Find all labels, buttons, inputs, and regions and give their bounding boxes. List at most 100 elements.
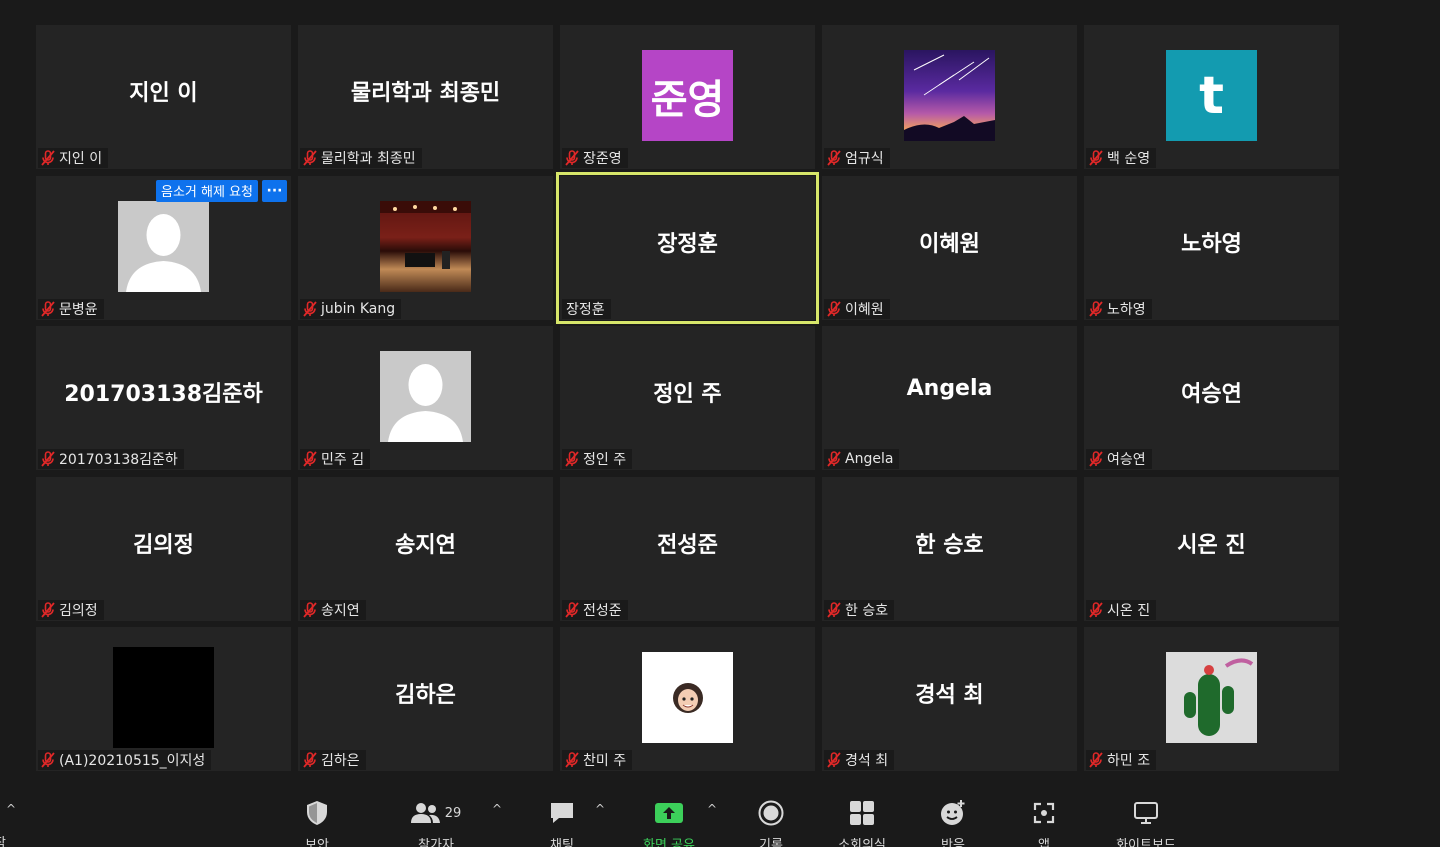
participant-name-display: 경석 최 bbox=[915, 683, 984, 708]
participant-tile[interactable]: 민주 김 bbox=[298, 326, 553, 470]
muted-mic-icon bbox=[827, 150, 841, 166]
active-speaker-tile[interactable]: 장정훈 장정훈 bbox=[556, 171, 819, 324]
participant-name: (A1)20210515_이지성 bbox=[59, 753, 206, 769]
participant-tile[interactable]: 한 승호 한 승호 bbox=[822, 476, 1077, 621]
participant-tile[interactable]: 엄규식 bbox=[822, 25, 1077, 169]
participant-tile[interactable]: 정인 주 정인 주 bbox=[560, 326, 815, 470]
participant-tile[interactable]: 김의정 김의정 bbox=[36, 476, 291, 621]
participants-label: 참가자 bbox=[418, 838, 454, 847]
participant-tile[interactable]: 준영 장준영 bbox=[560, 25, 815, 169]
muted-mic-icon bbox=[565, 752, 579, 768]
participant-tile[interactable]: 음소거 해제 요청 ··· 문병윤 bbox=[36, 175, 291, 320]
participant-tile[interactable]: jubin Kang bbox=[298, 175, 553, 320]
muted-mic-icon bbox=[303, 601, 317, 618]
participant-tile[interactable]: 여승연 여승연 bbox=[1084, 326, 1339, 470]
participant-name: 장정훈 bbox=[566, 301, 605, 318]
stage-piano-icon bbox=[380, 200, 471, 269]
record-label: 기록 bbox=[759, 838, 783, 847]
avatar-image bbox=[1166, 652, 1257, 743]
share-screen-label: 화면 공유 bbox=[643, 838, 695, 847]
participant-tile[interactable]: t 백 순영 bbox=[1084, 25, 1339, 169]
participant-label: 장정훈 bbox=[562, 298, 611, 319]
security-button[interactable]: 보안 bbox=[272, 798, 362, 847]
participant-tile[interactable]: 201703138김준하 201703138김준하 bbox=[36, 326, 291, 470]
smiley-plus-icon bbox=[941, 800, 965, 825]
participant-name: 경석 최 bbox=[845, 753, 889, 769]
participant-count: 29 bbox=[444, 805, 462, 821]
participants-menu-caret[interactable]: ^ bbox=[492, 802, 502, 816]
chat-menu-caret[interactable]: ^ bbox=[595, 802, 605, 816]
participant-name-display: 장정훈 bbox=[657, 231, 718, 257]
muted-mic-icon bbox=[827, 300, 841, 317]
participant-tile[interactable]: Angela Angela bbox=[822, 326, 1077, 470]
request-unmute-button[interactable]: 음소거 해제 요청 bbox=[156, 179, 258, 202]
participant-tile[interactable]: 찬미 주 bbox=[560, 627, 815, 771]
participant-tile[interactable]: 이혜원 이혜원 bbox=[822, 175, 1077, 320]
whiteboard-button[interactable]: 화이트보드 bbox=[1101, 798, 1191, 847]
reactions-label: 반응 bbox=[941, 838, 965, 847]
participant-tile[interactable]: 송지연 송지연 bbox=[298, 476, 553, 621]
participants-button[interactable]: 29 참가자 bbox=[391, 798, 481, 847]
security-label: 보안 bbox=[305, 838, 329, 847]
participant-tile[interactable]: 시온 진 시온 진 bbox=[1084, 476, 1339, 621]
muted-mic-icon bbox=[1089, 150, 1103, 166]
share-screen-button[interactable]: 화면 공유 bbox=[624, 798, 714, 847]
left-toolbar-label: 작 bbox=[0, 832, 6, 847]
participant-tile[interactable]: 경석 최 경석 최 bbox=[822, 627, 1077, 771]
participant-name-display: 여승연 bbox=[1181, 382, 1242, 407]
participant-label: jubin Kang bbox=[300, 298, 402, 319]
participant-name: Angela bbox=[845, 451, 894, 467]
participant-name: 하민 조 bbox=[1107, 753, 1151, 769]
chat-button[interactable]: 채팅 bbox=[517, 798, 607, 847]
participant-label: 노하영 bbox=[1086, 298, 1152, 319]
apps-label: 앱 bbox=[1038, 838, 1050, 847]
participant-name-display: 전성준 bbox=[657, 532, 718, 558]
breakout-rooms-label: 소회의실 bbox=[838, 838, 886, 847]
meeting-toolbar: 보안 29 참가자 ^ 채팅 ^ 화면 공유 ^ 기록 소회의실 반응 앱 화이… bbox=[0, 790, 1440, 847]
avatar-image bbox=[904, 50, 995, 141]
participant-name: 백 순영 bbox=[1107, 151, 1151, 167]
muted-mic-icon bbox=[1089, 601, 1103, 618]
participant-name-display: 이혜원 bbox=[919, 231, 980, 257]
muted-mic-icon bbox=[1089, 752, 1103, 768]
person-silhouette-icon bbox=[126, 213, 201, 292]
chat-bubble-icon bbox=[551, 803, 573, 823]
person-silhouette-icon bbox=[388, 364, 463, 442]
reactions-button[interactable]: 반응 bbox=[908, 798, 998, 847]
avatar-video-black bbox=[113, 647, 214, 748]
participant-name: 찬미 주 bbox=[583, 753, 627, 769]
participant-label: 정인 주 bbox=[562, 449, 633, 469]
breakout-rooms-icon bbox=[850, 801, 874, 825]
muted-mic-icon bbox=[1089, 300, 1103, 317]
muted-mic-icon bbox=[41, 752, 55, 768]
participant-tile[interactable]: 전성준 전성준 bbox=[560, 476, 815, 621]
breakout-rooms-button[interactable]: 소회의실 bbox=[817, 798, 907, 847]
participant-label: 한 승호 bbox=[824, 599, 895, 620]
participant-label: 엄규식 bbox=[824, 148, 890, 168]
participant-tile[interactable]: 노하영 노하영 bbox=[1084, 175, 1339, 320]
participant-tile[interactable]: (A1)20210515_이지성 bbox=[36, 627, 291, 771]
participant-name: 송지연 bbox=[321, 602, 360, 619]
muted-mic-icon bbox=[827, 601, 841, 618]
participant-tile[interactable]: 하민 조 bbox=[1084, 627, 1339, 771]
share-menu-caret[interactable]: ^ bbox=[707, 802, 717, 816]
participant-tile[interactable]: 지인 이 지인 이 bbox=[36, 25, 291, 169]
muted-mic-icon bbox=[827, 451, 841, 467]
chat-label: 채팅 bbox=[550, 838, 574, 847]
participant-tile[interactable]: 김하은 김하은 bbox=[298, 627, 553, 771]
record-button[interactable]: 기록 bbox=[726, 798, 816, 847]
participant-name-display: 노하영 bbox=[1181, 231, 1242, 257]
participant-name: jubin Kang bbox=[321, 300, 396, 317]
apps-button[interactable]: 앱 bbox=[999, 798, 1089, 847]
participant-label: 찬미 주 bbox=[562, 750, 633, 770]
participant-tile[interactable]: 물리학과 최종민 물리학과 최종민 bbox=[298, 25, 553, 169]
participant-name-display: Angela bbox=[906, 376, 993, 401]
muted-mic-icon bbox=[565, 451, 579, 467]
muted-mic-icon bbox=[565, 150, 579, 166]
shooting-stars-icon bbox=[904, 54, 995, 141]
more-options-button[interactable]: ··· bbox=[262, 179, 287, 202]
record-icon bbox=[758, 800, 784, 826]
avatar-initials: 준영 bbox=[642, 50, 733, 141]
apps-icon bbox=[1033, 802, 1055, 824]
audio-menu-caret[interactable]: ^ bbox=[6, 802, 16, 816]
